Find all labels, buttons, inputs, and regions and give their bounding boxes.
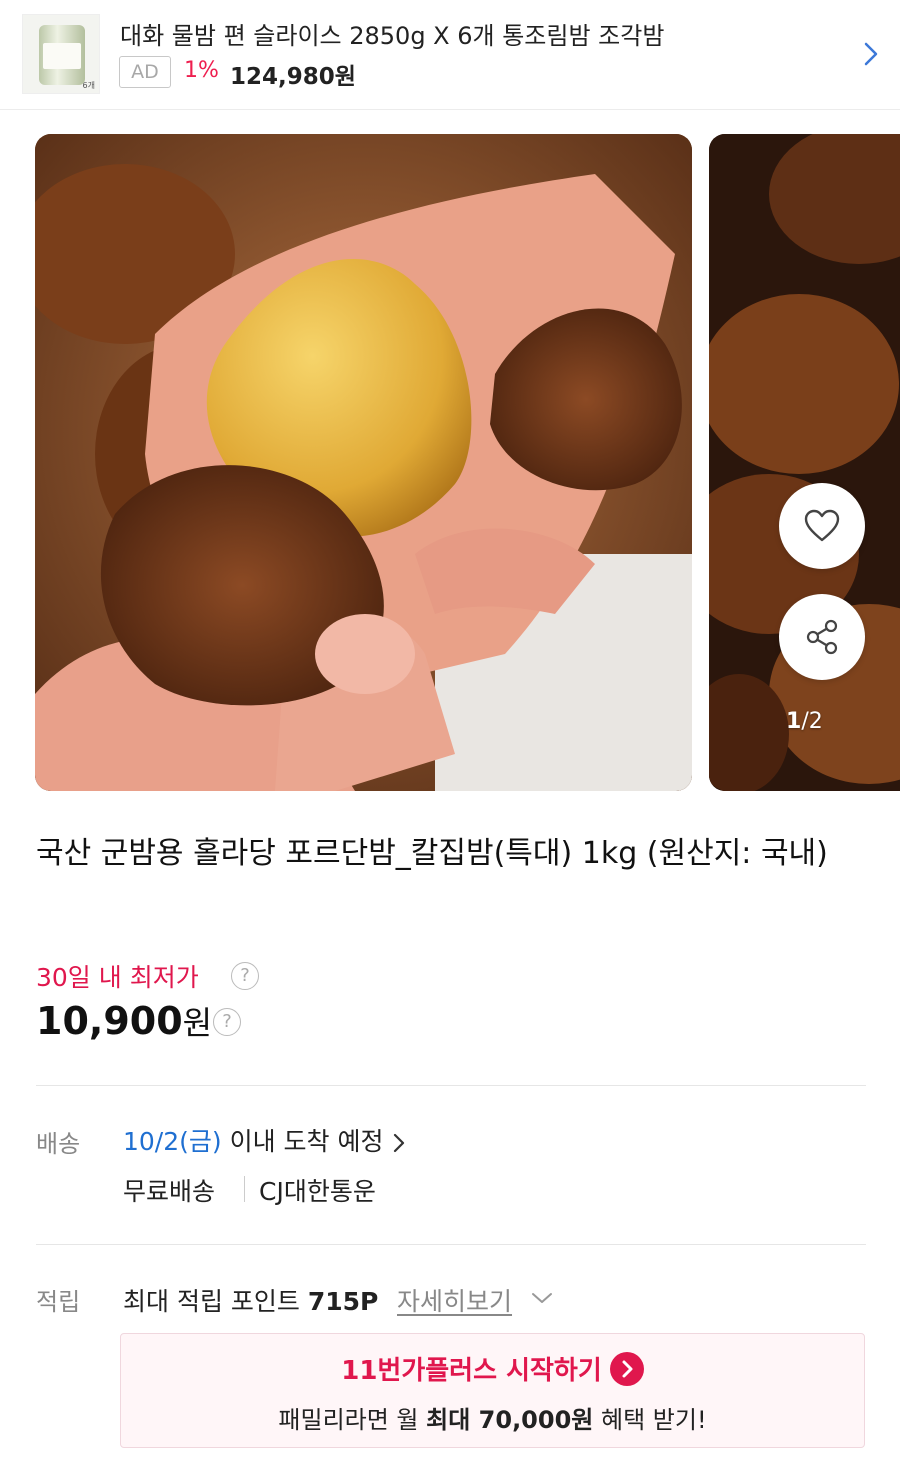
chevron-right-icon (393, 1133, 404, 1153)
points-text: 최대 적립 포인트 715P (123, 1282, 378, 1318)
points-value: 715P (307, 1287, 379, 1316)
help-icon[interactable]: ? (231, 962, 259, 990)
share-icon (806, 619, 838, 655)
page-total: /2 (801, 709, 823, 734)
points-prefix: 최대 적립 포인트 (123, 1287, 308, 1316)
ad-banner[interactable]: 6개 대화 물밤 편 슬라이스 2850g X 6개 통조림밤 조각밤 AD 1… (0, 0, 900, 110)
promo-title[interactable]: 11번가플러스 시작하기 (121, 1350, 864, 1389)
product-title: 국산 군밤용 홀라당 포르단밤_칼집밤(특대) 1kg (원산지: 국내) (36, 836, 828, 871)
shipping-date-link[interactable]: 10/2(금) 이내 도착 예정 (123, 1122, 406, 1158)
shipping-label: 배송 (36, 1130, 81, 1158)
favorite-button[interactable] (779, 483, 865, 569)
share-button[interactable] (779, 594, 865, 680)
product-image-carousel[interactable]: 1/2 (0, 132, 900, 792)
points-details-link[interactable]: 자세히보기 (397, 1282, 512, 1318)
promo-sub-suffix: 혜택 받기! (593, 1406, 707, 1434)
chevron-right-icon[interactable] (860, 34, 882, 74)
promo-subtitle: 패밀리라면 월 최대 70,000원 혜택 받기! (121, 1400, 864, 1435)
shipping-carrier: CJ대한통운 (259, 1177, 376, 1206)
price-unit: 원 (182, 1004, 213, 1042)
can-image (39, 25, 85, 85)
shipping-date-suffix: 이내 도착 예정 (221, 1127, 384, 1156)
price-help-icon[interactable]: ? (213, 1008, 241, 1036)
points-label: 적립 (36, 1288, 81, 1316)
divider (36, 1244, 866, 1245)
promo-sub-prefix: 패밀리라면 월 (278, 1406, 427, 1434)
product-image-1[interactable] (35, 134, 692, 791)
arrow-right-circle-icon (609, 1351, 644, 1386)
membership-promo-banner[interactable]: 11번가플러스 시작하기 패밀리라면 월 최대 70,000원 혜택 받기! (120, 1333, 865, 1448)
shipping-date: 10/2(금) (123, 1127, 222, 1156)
promo-sub-highlight: 최대 70,000원 (426, 1406, 594, 1434)
ad-title[interactable]: 대화 물밤 편 슬라이스 2850g X 6개 통조림밤 조각밤 (120, 16, 664, 51)
heart-icon (804, 509, 840, 542)
page-indicator: 1/2 (786, 709, 823, 734)
ad-badge: AD (119, 56, 171, 88)
promo-title-text: 11번가플러스 시작하기 (341, 1356, 602, 1386)
page-current: 1 (786, 709, 802, 734)
divider (36, 1085, 866, 1086)
ad-product-thumbnail[interactable]: 6개 (22, 14, 100, 94)
product-image-2[interactable] (709, 134, 900, 791)
thumb-count: 6개 (82, 81, 95, 90)
separator (244, 1176, 245, 1202)
price-number: 10,900 (36, 999, 183, 1043)
chevron-down-icon[interactable] (530, 1290, 554, 1306)
free-shipping: 무료배송 (123, 1177, 216, 1206)
product-price: 10,900원 (36, 998, 212, 1044)
lowest-price-label: 30일 내 최저가 (36, 963, 199, 992)
ad-price: 124,980원 (230, 64, 356, 90)
ad-discount: 1% (184, 58, 219, 83)
